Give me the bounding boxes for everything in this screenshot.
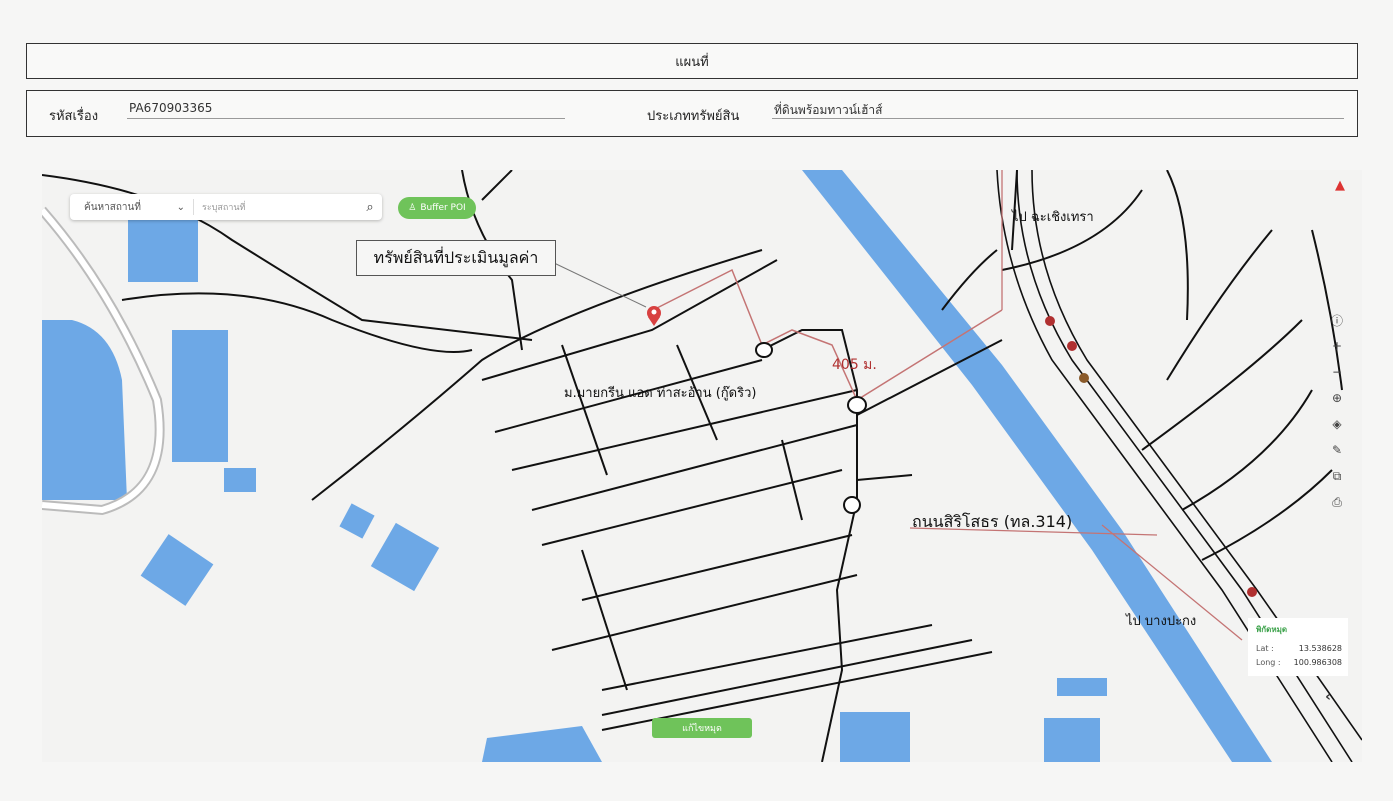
- coordinate-panel: พิกัดหมุด Lat : 13.538628 Long : 100.986…: [1248, 618, 1348, 676]
- road-n4: [1166, 170, 1189, 321]
- edit-pin-label: แก้ไขหมุด: [682, 724, 722, 734]
- lane-1: [481, 259, 778, 381]
- cross-1: [561, 344, 608, 476]
- road-n6: [1141, 319, 1303, 451]
- distance-label: 405 ม.: [832, 357, 877, 373]
- road-n3: [1001, 189, 1143, 271]
- print-icon[interactable]: ⎙: [1328, 494, 1346, 510]
- section-title: แผนที่: [675, 54, 709, 70]
- village-label: ม.มายกรีน แอด ท่าสะอ้าน (กู๊ดริว): [564, 386, 757, 401]
- road-diag: [311, 249, 763, 501]
- edit-pin-button[interactable]: แก้ไขหมุด: [652, 718, 752, 738]
- search-input[interactable]: ระบุสถานที่: [194, 200, 358, 214]
- to-bang-pakong-label: ไป บางปะกง: [1126, 614, 1197, 629]
- road-name-label: ถนนสิริโสธร (ทล.314): [912, 512, 1073, 531]
- info-icon[interactable]: ⓘ: [1328, 312, 1346, 328]
- property-callout: ทรัพย์สินที่ประเมินมูลค่า: [356, 240, 556, 276]
- pond-1: [128, 210, 198, 282]
- road-n5: [1166, 229, 1273, 381]
- lane-6: [581, 534, 853, 601]
- road-n7: [1181, 389, 1313, 511]
- chevron-down-icon: ⌄: [176, 201, 185, 213]
- junction-3: [843, 496, 861, 514]
- pond-9: [840, 712, 910, 762]
- zoom-in-icon[interactable]: +: [1328, 338, 1346, 354]
- property-type-label: ประเภททรัพย์สิน: [647, 109, 740, 124]
- road-n1: [941, 249, 998, 311]
- pond-11: [482, 726, 602, 762]
- pond-7: [140, 534, 214, 606]
- cross-4: [581, 549, 628, 691]
- pond-6: [370, 522, 440, 592]
- lat-value: 13.538628: [1298, 644, 1342, 653]
- property-type-value: ที่ดินพร้อมทาวน์เฮ้าส์: [772, 101, 1344, 119]
- measure-icon[interactable]: ✎: [1328, 442, 1346, 458]
- collapse-panel-button[interactable]: ‹: [1316, 685, 1340, 709]
- case-id-label: รหัสเรื่อง: [49, 109, 99, 124]
- lat-row: Lat : 13.538628: [1248, 642, 1348, 656]
- lane-7: [551, 574, 858, 651]
- map-toolbar: ⓘ + − ⊕ ◈ ✎ ⧉ ⎙: [1326, 312, 1348, 510]
- pond-8: [1057, 678, 1107, 696]
- buffer-poi-label: Buffer POI: [420, 203, 466, 213]
- map-canvas[interactable]: ▲ ค้นหาสถานที่ ⌄ ระบุสถานที่ ⌕ ♙ Buffer …: [42, 170, 1362, 762]
- buffer-poi-button[interactable]: ♙ Buffer POI: [398, 197, 476, 219]
- pond-2: [172, 330, 228, 462]
- property-info-row: รหัสเรื่อง PA670903365 ประเภททรัพย์สิน ท…: [26, 90, 1358, 137]
- lane-5: [541, 469, 843, 546]
- property-pin-icon: [647, 306, 661, 326]
- long-label: Long :: [1256, 658, 1281, 667]
- place-search-bar: ค้นหาสถานที่ ⌄ ระบุสถานที่ ⌕: [70, 194, 382, 220]
- long-row: Long : 100.986308: [1248, 656, 1348, 670]
- zoom-out-icon[interactable]: −: [1328, 364, 1346, 380]
- to-chachoengsao-label: ไป ฉะเชิงเทรา: [1012, 210, 1094, 225]
- poi-icons: [1045, 316, 1257, 597]
- long-value: 100.986308: [1293, 658, 1342, 667]
- search-type-select[interactable]: ค้นหาสถานที่ ⌄: [70, 199, 194, 215]
- spur-1: [856, 474, 913, 481]
- layers-icon[interactable]: ◈: [1328, 416, 1346, 432]
- river: [802, 170, 1272, 762]
- junction-1: [755, 342, 773, 358]
- map-drawing: [42, 170, 1362, 762]
- pond-4: [42, 320, 127, 500]
- pond-5: [339, 503, 375, 539]
- user-icon: ♙: [408, 203, 417, 213]
- map-section-header: แผนที่: [26, 43, 1358, 79]
- callout-leader: [551, 261, 647, 308]
- case-id-value: PA670903365: [127, 101, 565, 119]
- junction-2: [847, 396, 867, 414]
- search-type-label: ค้นหาสถานที่: [84, 201, 141, 213]
- coordinate-title: พิกัดหมุด: [1256, 625, 1288, 634]
- callout-text: ทรัพย์สินที่ประเมินมูลค่า: [373, 247, 539, 267]
- road-north-4: [481, 170, 513, 201]
- north-arrow-icon: ▲: [1335, 178, 1345, 193]
- search-icon[interactable]: ⌕: [358, 200, 382, 215]
- road-n8: [1201, 469, 1333, 561]
- lane-4: [531, 424, 858, 511]
- lat-label: Lat :: [1256, 644, 1274, 653]
- lane-9: [601, 639, 973, 716]
- pond-10: [1044, 718, 1100, 762]
- locate-icon[interactable]: ⊕: [1328, 390, 1346, 406]
- pond-3: [224, 468, 256, 492]
- export-icon[interactable]: ⧉: [1328, 468, 1346, 484]
